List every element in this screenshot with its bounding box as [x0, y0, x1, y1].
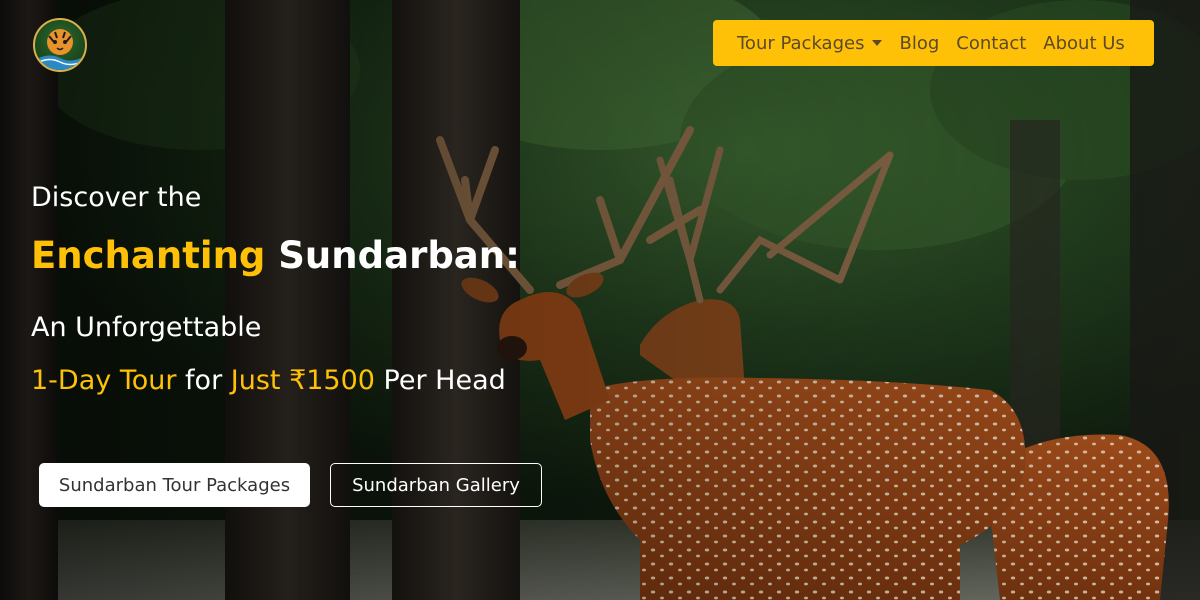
- headline-line-1: Discover the: [31, 182, 202, 213]
- nav-tour-packages[interactable]: Tour Packages: [737, 32, 883, 54]
- caret-down-icon: [872, 40, 883, 46]
- nav-tour-packages-label: Tour Packages: [737, 32, 865, 54]
- hero-background-image: [0, 0, 1200, 600]
- headline-for: for: [176, 365, 231, 396]
- gallery-button-label: Sundarban Gallery: [352, 474, 520, 496]
- gallery-button[interactable]: Sundarban Gallery: [330, 463, 542, 507]
- nav-blog-label: Blog: [899, 32, 940, 54]
- headline-tour-duration: 1-Day Tour: [31, 365, 177, 396]
- headline-per-head: Per Head: [374, 365, 506, 396]
- nav-contact[interactable]: Contact: [956, 33, 1026, 54]
- headline-line-4: 1-Day Tour for Just ₹1500 Per Head: [31, 365, 506, 396]
- nav-blog[interactable]: Blog: [899, 33, 939, 54]
- main-navigation: Tour Packages Blog Contact About Us: [713, 20, 1154, 66]
- tour-packages-button[interactable]: Sundarban Tour Packages: [39, 463, 310, 507]
- headline-line-3: An Unforgettable: [31, 312, 262, 343]
- nav-about-us-label: About Us: [1043, 32, 1125, 54]
- tiger-logo-icon[interactable]: [33, 18, 87, 72]
- nav-contact-label: Contact: [956, 32, 1027, 54]
- headline-sundarban: Sundarban:: [265, 234, 520, 277]
- headline-line-2: Enchanting Sundarban:: [31, 234, 520, 277]
- headline-price: Just ₹1500: [230, 365, 375, 396]
- tour-packages-button-label: Sundarban Tour Packages: [58, 474, 291, 496]
- nav-about-us[interactable]: About Us: [1043, 33, 1125, 54]
- headline-accent-enchanting: Enchanting: [31, 234, 266, 277]
